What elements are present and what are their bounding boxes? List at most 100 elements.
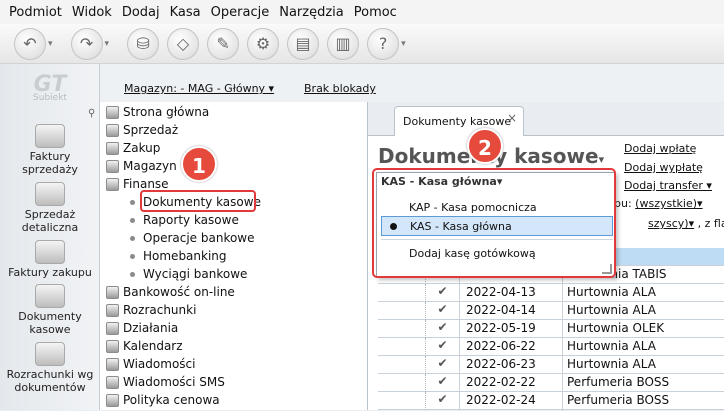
table-row[interactable]: ✔ 2022-04-13 Hurtownia ALA <box>378 284 724 303</box>
step-badge-2: 2 <box>467 128 503 164</box>
chevron-down-icon[interactable]: ▾ <box>105 39 110 49</box>
table-row[interactable]: ✔ 2022-05-19 Hurtownia OLEK <box>378 320 724 339</box>
table-row[interactable]: ✔ 2022-02-22 Perfumeria BOSS <box>378 374 724 393</box>
tree-sub-wyciagi-bankowe[interactable]: Wyciągi bankowe <box>130 265 247 283</box>
tree-item-rozrachunki[interactable]: Rozrachunki <box>106 301 196 319</box>
tree-item-polityka-cenowa[interactable]: Polityka cenowa <box>106 391 220 409</box>
row-date: 2022-04-14 <box>466 303 536 317</box>
back-icon[interactable]: ↶ <box>14 27 46 60</box>
tools-icon[interactable]: ✎ <box>207 27 240 60</box>
module-dokumenty-kasowe[interactable]: Dokumenty kasowe <box>0 284 100 336</box>
add-transfer-link[interactable]: Dodaj transfer ▾ <box>624 179 712 192</box>
module-rozrachunki[interactable]: Rozrachunki wg dokumentów <box>0 342 100 394</box>
tree-item-label: Sprzedaż <box>123 123 179 137</box>
add-withdrawal-link[interactable]: Dodaj wypłatę <box>624 161 703 174</box>
chevron-down-icon[interactable]: ▾ <box>401 39 406 49</box>
menu-dodaj[interactable]: Dodaj <box>117 5 165 20</box>
row-name: Hurtownia ALA <box>562 357 724 375</box>
logo: GT Subiekt <box>22 72 78 110</box>
printer-icon[interactable]: ▤ <box>287 27 320 60</box>
tab-strip: Dokumenty kasowe × <box>368 102 724 136</box>
check-icon: ✔ <box>426 284 460 302</box>
tree-item-strona-glowna[interactable]: Strona główna <box>106 103 209 121</box>
tree-sub-label: Operacje bankowe <box>143 231 255 245</box>
tab-dokumenty-kasowe[interactable]: Dokumenty kasowe × <box>394 106 524 136</box>
menu-pomoc[interactable]: Pomoc <box>349 5 402 20</box>
bank-icon <box>106 285 119 299</box>
bullet-icon <box>130 217 135 223</box>
check-icon: ✔ <box>426 356 460 374</box>
tree-item-wiadomosci-sms[interactable]: Wiadomości SMS <box>106 373 225 391</box>
basket-icon[interactable]: ⛁ <box>127 27 160 60</box>
row-marker <box>378 338 426 356</box>
tree-item-dzialania[interactable]: Działania <box>106 319 178 337</box>
module-sprzedaz-detaliczna[interactable]: Sprzedaż detaliczna <box>0 182 100 234</box>
pin-icon[interactable]: ⚲ <box>88 108 95 119</box>
tree-item-zakup[interactable]: Zakup <box>106 139 160 157</box>
tree-item-bankowosc[interactable]: Bankowość on-line <box>106 283 235 301</box>
check-icon: ✔ <box>426 302 460 320</box>
tree-sub-raporty-kasowe[interactable]: Raporty kasowe <box>130 211 239 229</box>
warehouse-label: Magazyn: - MAG - Główny <box>124 82 266 95</box>
chevron-down-icon: ▾ <box>268 82 275 95</box>
user-filter-select[interactable]: szyscy)▾ <box>648 217 694 230</box>
module-faktury-sprzedazy[interactable]: Faktury sprzedaży <box>0 124 100 176</box>
invoice-sale-icon <box>35 124 65 148</box>
eraser-icon[interactable]: ◇ <box>167 27 200 60</box>
warehouse-selector[interactable]: Magazyn: - MAG - Główny ▾ <box>124 82 274 95</box>
row-name: Hurtownia ALA <box>562 339 724 357</box>
type-filter: pu: (wszystkie)▾ <box>614 197 703 210</box>
menu-kasa[interactable]: Kasa <box>165 5 206 20</box>
calendar-icon <box>106 339 119 353</box>
tree-item-sprzedaz[interactable]: Sprzedaż <box>106 121 178 139</box>
tree-item-kalendarz[interactable]: Kalendarz <box>106 337 183 355</box>
module-label: Faktury sprzedaży <box>22 150 78 176</box>
tree-item-wiadomosci[interactable]: Wiadomości <box>106 355 195 373</box>
close-icon[interactable]: × <box>507 111 517 125</box>
menu-operacje[interactable]: Operacje <box>206 5 275 20</box>
module-label: Faktury zakupu <box>8 266 92 279</box>
table-row[interactable]: ✔ 2022-06-22 Hurtownia ALA <box>378 338 724 357</box>
row-name: Hurtownia ALA <box>562 285 724 303</box>
tree-sub-homebanking[interactable]: Homebanking <box>130 247 227 265</box>
tab-label: Dokumenty kasowe <box>403 115 512 128</box>
book-icon[interactable]: ▥ <box>327 27 360 60</box>
table-row[interactable]: ✔ 2022-04-14 Hurtownia ALA <box>378 302 724 321</box>
row-name: Hurtownia OLEK <box>562 321 724 339</box>
add-deposit-link[interactable]: Dodaj wpłatę <box>624 142 696 155</box>
check-icon: ✔ <box>426 338 460 356</box>
tree-item-magazyn[interactable]: Magazyn <box>106 157 177 175</box>
tree-item-label: Wiadomości <box>123 357 196 371</box>
warehouse-icon <box>106 159 119 173</box>
sales-icon <box>106 123 119 137</box>
forward-icon[interactable]: ↷ <box>70 27 103 60</box>
cash-documents-icon <box>35 284 65 308</box>
tree-item-label: Zakup <box>123 141 161 155</box>
bullet-icon <box>130 235 135 241</box>
help-icon[interactable]: ? <box>367 27 400 60</box>
price-policy-icon <box>106 393 119 407</box>
row-marker <box>378 302 426 320</box>
tree-item-label: Rozrachunki <box>123 303 197 317</box>
menu-podmiot[interactable]: Podmiot <box>4 5 67 20</box>
add-transfer-label: Dodaj transfer <box>624 179 703 192</box>
chevron-down-icon[interactable]: ▾ <box>48 39 53 49</box>
bullet-icon <box>130 253 135 259</box>
menu-widok[interactable]: Widok <box>67 5 117 20</box>
table-row[interactable]: ✔ 2022-02-24 Perfumeria BOSS <box>378 392 724 411</box>
user-filter-value: szyscy) <box>648 217 689 230</box>
type-filter-select[interactable]: (wszystkie)▾ <box>635 197 702 210</box>
row-date: 2022-02-24 <box>466 393 536 407</box>
module-faktury-zakupu[interactable]: Faktury zakupu <box>0 240 100 279</box>
tree-sub-label: Raporty kasowe <box>143 213 239 227</box>
row-name: Perfumeria BOSS <box>562 393 724 411</box>
tree-item-label: Bankowość on-line <box>123 285 235 299</box>
tree-sub-operacje-bankowe[interactable]: Operacje bankowe <box>130 229 255 247</box>
row-marker <box>378 392 426 410</box>
module-bar: GT Subiekt Faktury sprzedaży Sprzedaż de… <box>0 64 100 410</box>
row-marker <box>378 356 426 374</box>
coins-icon[interactable]: ⚙ <box>247 27 280 60</box>
lock-status-link[interactable]: Brak blokady <box>304 82 376 95</box>
table-row[interactable]: ✔ 2022-06-23 Hurtownia ALA <box>378 356 724 375</box>
menu-narzedzia[interactable]: Narzędzia <box>274 5 349 20</box>
